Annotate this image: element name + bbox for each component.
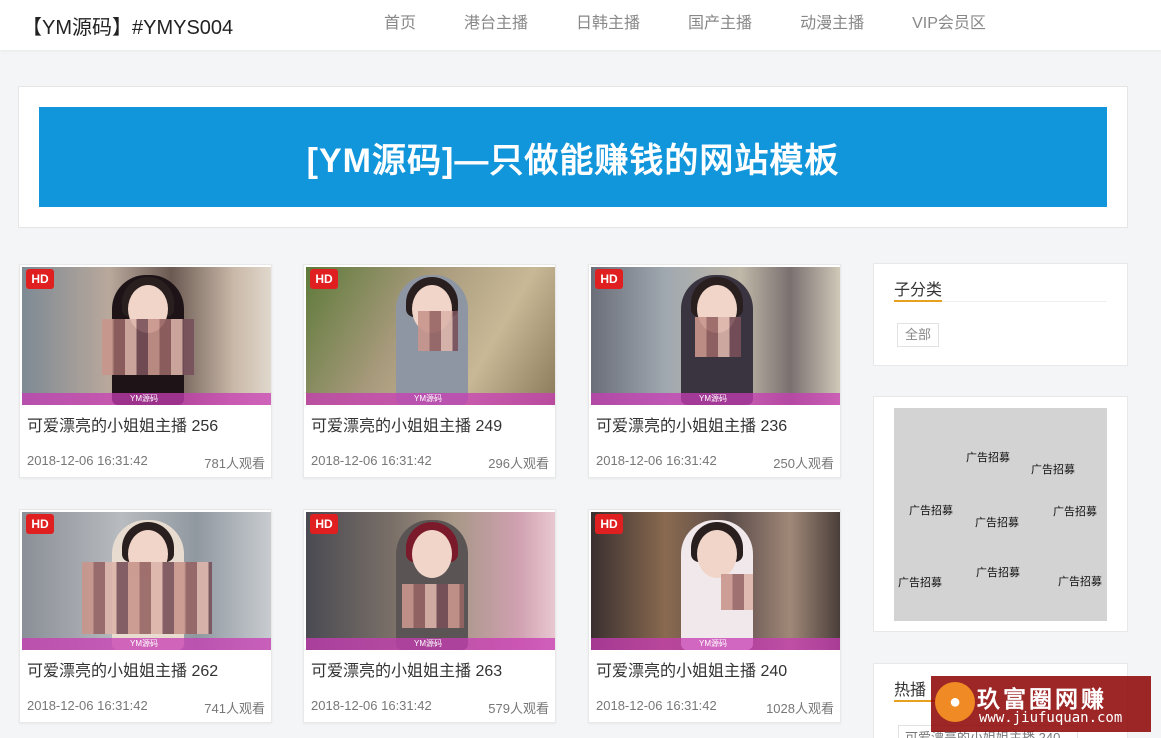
banner-ad[interactable]: [YM源码]—只做能赚钱的网站模板 bbox=[39, 107, 1107, 207]
video-date: 2018-12-06 16:31:42 bbox=[27, 453, 148, 468]
video-date: 2018-12-06 16:31:42 bbox=[311, 453, 432, 468]
mosaic-blur bbox=[402, 584, 464, 628]
ad-text: 广告招募 bbox=[976, 567, 1020, 579]
hd-badge: HD bbox=[26, 514, 54, 534]
mosaic-blur bbox=[418, 311, 458, 351]
nav-item-anime[interactable]: 动漫主播 bbox=[800, 0, 864, 50]
thumbnail-watermark: YM源码 bbox=[414, 394, 442, 403]
ad-placeholder[interactable]: 广告招募 广告招募 广告招募 广告招募 广告招募 广告招募 广告招募 广告招募 bbox=[894, 408, 1107, 621]
nav-item-home[interactable]: 首页 bbox=[384, 0, 416, 50]
site-header: 【YM源码】#YMYS004 首页 港台主播 日韩主播 国产主播 动漫主播 VI… bbox=[0, 0, 1161, 50]
watermark-name: 玖富圈网赚 bbox=[977, 686, 1107, 712]
ad-text: 广告招募 bbox=[909, 505, 953, 517]
nav-item-jp-kr[interactable]: 日韩主播 bbox=[576, 0, 640, 50]
view-count: 579人观看 bbox=[488, 701, 549, 716]
fox-logo-icon: ● bbox=[935, 682, 975, 722]
view-count: 250人观看 bbox=[773, 456, 834, 471]
site-logo[interactable]: 【YM源码】#YMYS004 bbox=[22, 11, 233, 40]
video-thumbnail[interactable]: YM源码 HD bbox=[22, 512, 271, 650]
video-card[interactable]: YM源码 HD 可爱漂亮的小姐姐主播 236 2018-12-06 16:31:… bbox=[588, 264, 841, 478]
video-date: 2018-12-06 16:31:42 bbox=[596, 698, 717, 713]
video-title[interactable]: 可爱漂亮的小姐姐主播 262 bbox=[27, 657, 218, 681]
banner-container: [YM源码]—只做能赚钱的网站模板 bbox=[18, 86, 1128, 228]
main-nav: 首页 港台主播 日韩主播 国产主播 动漫主播 VIP会员区 bbox=[384, 0, 1034, 50]
video-card[interactable]: YM源码 HD 可爱漂亮的小姐姐主播 249 2018-12-06 16:31:… bbox=[303, 264, 556, 478]
view-count: 296人观看 bbox=[488, 456, 549, 471]
thumbnail-watermark: YM源码 bbox=[130, 394, 158, 403]
ad-panel: 广告招募 广告招募 广告招募 广告招募 广告招募 广告招募 广告招募 广告招募 bbox=[873, 396, 1128, 632]
video-date: 2018-12-06 16:31:42 bbox=[596, 453, 717, 468]
hd-badge: HD bbox=[310, 514, 338, 534]
thumbnail-watermark: YM源码 bbox=[414, 639, 442, 648]
video-thumbnail[interactable]: YM源码 HD bbox=[306, 512, 555, 650]
nav-item-domestic[interactable]: 国产主播 bbox=[688, 0, 752, 50]
ad-text: 广告招募 bbox=[1031, 464, 1075, 476]
video-thumbnail[interactable]: YM源码 HD bbox=[22, 267, 271, 405]
thumbnail-watermark: YM源码 bbox=[699, 394, 727, 403]
thumbnail-watermark: YM源码 bbox=[130, 639, 158, 648]
ad-text: 广告招募 bbox=[975, 517, 1019, 529]
subcategory-title: 子分类 bbox=[894, 282, 943, 299]
video-thumbnail[interactable]: YM源码 HD bbox=[306, 267, 555, 405]
ad-text: 广告招募 bbox=[1053, 506, 1097, 518]
video-title[interactable]: 可爱漂亮的小姐姐主播 236 bbox=[596, 412, 787, 436]
hd-badge: HD bbox=[310, 269, 338, 289]
video-date: 2018-12-06 16:31:42 bbox=[311, 698, 432, 713]
video-title[interactable]: 可爱漂亮的小姐姐主播 249 bbox=[311, 412, 502, 436]
hd-badge: HD bbox=[26, 269, 54, 289]
video-card[interactable]: YM源码 HD 可爱漂亮的小姐姐主播 240 2018-12-06 16:31:… bbox=[588, 509, 841, 723]
hd-badge: HD bbox=[595, 269, 623, 289]
video-title[interactable]: 可爱漂亮的小姐姐主播 240 bbox=[596, 657, 787, 681]
video-card[interactable]: YM源码 HD 可爱漂亮的小姐姐主播 262 2018-12-06 16:31:… bbox=[19, 509, 272, 723]
view-count: 741人观看 bbox=[204, 701, 265, 716]
category-tag-all[interactable]: 全部 bbox=[897, 323, 940, 347]
video-title[interactable]: 可爱漂亮的小姐姐主播 263 bbox=[311, 657, 502, 681]
nav-item-hk-tw[interactable]: 港台主播 bbox=[464, 0, 528, 50]
hot-title: 热播 bbox=[894, 682, 927, 699]
view-count: 1028人观看 bbox=[766, 701, 834, 716]
thumbnail-watermark: YM源码 bbox=[699, 639, 727, 648]
ad-text: 广告招募 bbox=[898, 577, 942, 589]
mosaic-blur bbox=[82, 562, 212, 634]
banner-text: [YM源码]—只做能赚钱的网站模板 bbox=[306, 141, 840, 180]
subcategory-panel: 子分类 全部 bbox=[873, 263, 1128, 366]
watermark-url: www.jiufuquan.com bbox=[979, 710, 1123, 726]
site-watermark-badge: ● 玖富圈网赚 www.jiufuquan.com bbox=[931, 676, 1151, 732]
mosaic-blur bbox=[721, 574, 753, 610]
view-count: 781人观看 bbox=[204, 456, 265, 471]
mosaic-blur bbox=[102, 319, 194, 375]
mosaic-blur bbox=[695, 317, 741, 357]
ad-text: 广告招募 bbox=[1058, 576, 1102, 588]
ad-text: 广告招募 bbox=[966, 452, 1010, 464]
hd-badge: HD bbox=[595, 514, 623, 534]
video-date: 2018-12-06 16:31:42 bbox=[27, 698, 148, 713]
nav-item-vip[interactable]: VIP会员区 bbox=[912, 0, 986, 50]
video-card[interactable]: YM源码 HD 可爱漂亮的小姐姐主播 263 2018-12-06 16:31:… bbox=[303, 509, 556, 723]
video-thumbnail[interactable]: YM源码 HD bbox=[591, 267, 840, 405]
video-title[interactable]: 可爱漂亮的小姐姐主播 256 bbox=[27, 412, 218, 436]
video-thumbnail[interactable]: YM源码 HD bbox=[591, 512, 840, 650]
video-card[interactable]: YM源码 HD 可爱漂亮的小姐姐主播 256 2018-12-06 16:31:… bbox=[19, 264, 272, 478]
